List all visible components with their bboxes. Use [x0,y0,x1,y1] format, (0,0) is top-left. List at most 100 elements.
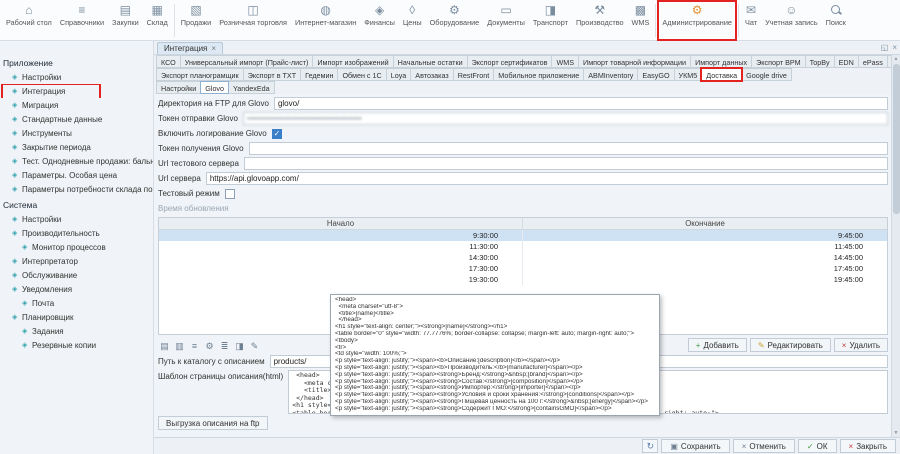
toolbar-item[interactable]: ◍ Интернет-магазин [291,1,360,40]
tab[interactable]: RestFront [453,68,495,81]
tab[interactable]: Loya [386,68,412,81]
sidebar-item[interactable]: ◈ Тест. Однодневные продажи: бальная сис… [0,154,153,168]
sidebar-item[interactable]: ◈ Обслуживание [0,268,153,282]
sidebar-item[interactable]: ◈ Планировщик [0,310,153,324]
sidebar-item[interactable]: ◈ Настройки [0,70,153,84]
tab[interactable]: Гедемин [300,68,338,81]
send-token-input[interactable]: ••••••••••••••••••••••••••••••••••••••••… [243,112,888,125]
table-view-icon[interactable]: ▤ [158,339,171,352]
server-url-input[interactable]: https://api.glovoapp.com/ [206,172,888,185]
ftp-upload-button[interactable]: Выгрузка описания на ftp [158,416,268,430]
undock-window-icon[interactable]: ◱ [881,43,889,52]
sidebar-item[interactable]: ◈ Резервные копии [0,338,153,352]
sort-list-icon[interactable]: ≣ [218,339,231,352]
tab[interactable]: Доставка [701,68,742,81]
toolbar-item[interactable]: ⚒ Производство [572,1,628,40]
tab[interactable]: Экспорт сертификатов [467,55,553,68]
tab[interactable]: Экспорт BPM [751,55,806,68]
sidebar-item[interactable]: ◈ Монитор процессов [0,240,153,254]
tab[interactable]: Универсальный импорт (Прайс-лист) [180,55,314,68]
sidebar-item[interactable]: Приложение [0,56,153,70]
close-window-icon[interactable]: × [892,43,897,52]
toolbar-item[interactable] [174,4,175,37]
tab[interactable]: Автозаказ [410,68,453,81]
tab[interactable]: Настройки [156,81,201,94]
sidebar-item[interactable]: ◈ Стандартные данные [0,112,153,126]
scroll-down-icon[interactable]: ▼ [894,429,899,437]
cancel-button[interactable]: × Отменить [733,439,795,453]
tab[interactable]: EDN [834,55,859,68]
tab[interactable]: Обмен с 1С [337,68,386,81]
edit-button[interactable]: ✎ Редактировать [750,338,831,352]
sidebar-item[interactable]: ◈ Интеграция [0,84,153,98]
sidebar-item[interactable]: ◈ Задания [0,324,153,338]
sidebar-item[interactable]: ◈ Производительность [0,226,153,240]
tab[interactable]: YandexEda [228,81,275,94]
tab[interactable]: Импорт товарной информации [578,55,691,68]
sidebar-item[interactable]: ◈ Миграция [0,98,153,112]
tab[interactable]: Glovo [200,81,229,94]
toolbar-item[interactable] [655,4,656,37]
tab[interactable]: Экспорт планограмщик [156,68,244,81]
toolbar-item[interactable]: ✉ Чат [741,1,761,40]
tab[interactable]: WMS [551,55,579,68]
layout-icon[interactable]: ◨ [233,339,246,352]
toolbar-item[interactable]: ⚙ Администрирование [658,1,736,40]
ok-button[interactable]: ✓ ОК [798,439,837,453]
schedule-row[interactable]: 11:30:00 11:45:00 [159,241,887,252]
column-header-end[interactable]: Окончание [523,218,887,229]
tab[interactable]: УКМ5 [674,68,703,81]
logging-checkbox[interactable] [272,129,282,139]
grid-settings-icon[interactable]: ⚙ [203,339,216,352]
sidebar-item[interactable]: ◈ Параметры. Особая цена [0,168,153,182]
sidebar-item[interactable]: ◈ Закрытие периода [0,140,153,154]
tab[interactable]: ePass [858,55,888,68]
schedule-row[interactable]: 19:30:00 19:45:00 [159,274,887,285]
tab-close-icon[interactable]: × [211,44,216,53]
vertical-scrollbar[interactable]: ▲ ▼ [891,55,900,437]
refresh-button[interactable]: ↻ [642,439,658,453]
close-button[interactable]: × Закрыть [840,439,896,453]
tab[interactable]: ABMInventory [583,68,638,81]
tab[interactable]: Импорт данных [690,55,752,68]
column-header-start[interactable]: Начало [159,218,523,229]
tab[interactable]: Импорт изображений [312,55,393,68]
document-tab-integration[interactable]: Интеграция × [157,42,223,54]
save-button[interactable]: ▣ Сохранить [661,439,729,453]
edit-cell-icon[interactable]: ✎ [248,339,261,352]
sidebar-item[interactable]: ◈ Уведомления [0,282,153,296]
delete-button[interactable]: × Удалить [834,338,888,352]
toolbar-item[interactable]: ▩ WMS [628,1,654,40]
tab[interactable]: КСО [156,55,181,68]
toolbar-item[interactable]: ▤ Закупки [108,1,143,40]
ftp-dir-input[interactable]: glovo/ [274,97,888,110]
test-mode-checkbox[interactable] [225,189,235,199]
list-view-icon[interactable]: ≡ [188,339,201,352]
tab[interactable]: EasyGO [637,68,674,81]
toolbar-item[interactable]: ▭ Документы [483,1,529,40]
tab[interactable]: Google drive [741,68,792,81]
toolbar-item[interactable]: ◊ Цены [399,1,426,40]
toolbar-item[interactable]: Поиск [822,1,850,40]
sidebar-item[interactable]: ◈ Почта [0,296,153,310]
toolbar-item[interactable]: ▧ Продажи [177,1,215,40]
tab[interactable]: Мобильное приложение [493,68,584,81]
add-button[interactable]: + Добавить [688,338,747,352]
toolbar-item[interactable]: ◨ Транспорт [529,1,572,40]
toolbar-item[interactable] [738,4,739,37]
toolbar-item[interactable]: ≡ Справочники [56,1,108,40]
schedule-row[interactable]: 17:30:00 17:45:00 [159,263,887,274]
toolbar-item[interactable]: ◈ Финансы [360,1,399,40]
sidebar-item[interactable]: ◈ Инструменты [0,126,153,140]
toolbar-item[interactable]: ◫ Розничная торговля [215,1,291,40]
scrollbar-thumb[interactable] [893,64,900,214]
toolbar-item[interactable]: ▦ Склад [143,1,172,40]
toolbar-item[interactable]: ⌂ Рабочий стол [2,1,56,40]
toolbar-item[interactable]: ⚙ Оборудование [426,1,484,40]
toolbar-item[interactable]: ☺ Учетная запись [761,1,822,40]
tab[interactable]: Начальные остатки [393,55,468,68]
sidebar-item[interactable]: ◈ Параметры потребности склада по товару [0,182,153,196]
tab[interactable]: TopBy [805,55,835,68]
tab[interactable]: Экспорт в TXT [243,68,301,81]
sidebar-item[interactable]: ◈ Настройки [0,212,153,226]
